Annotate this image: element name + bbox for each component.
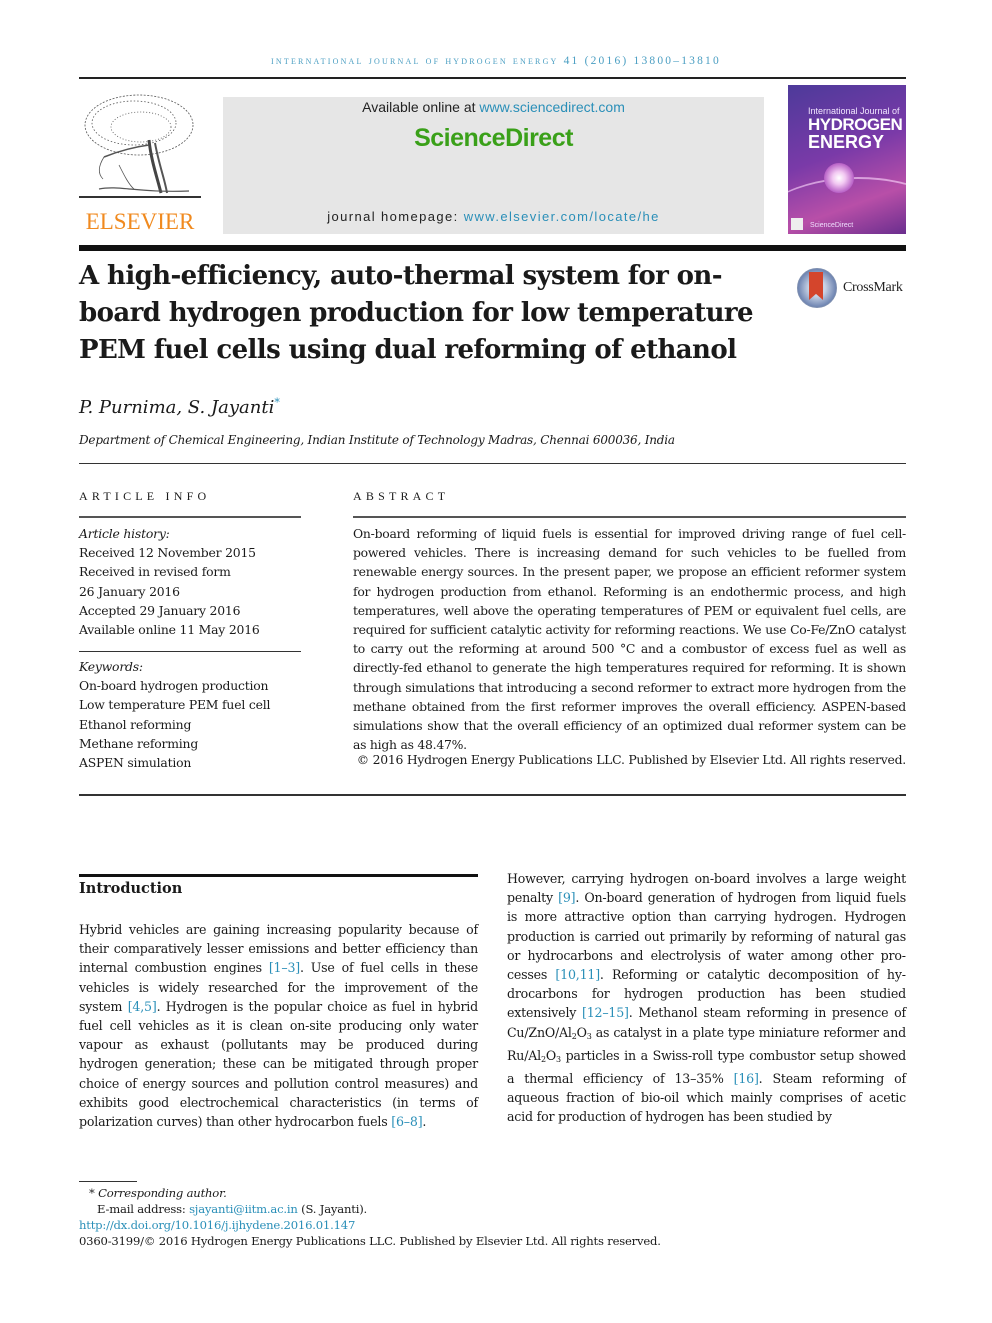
crossmark-label: CrossMark (843, 280, 903, 295)
sciencedirect-banner: Available online at www.sciencedirect.co… (223, 97, 764, 234)
introduction-heading: Introduction (79, 880, 183, 897)
citation-link[interactable]: [12–15] (582, 1005, 629, 1020)
keywords-label: Keywords: (79, 659, 143, 674)
citation-link[interactable]: [4,5] (128, 999, 157, 1014)
issn-copyright: 0360-3199/© 2016 Hydrogen Energy Publica… (79, 1234, 661, 1248)
cover-line-3: ENERGY (808, 132, 885, 152)
history-item: Received 12 November 2015 (79, 545, 256, 561)
journal-homepage-label: journal homepage: (327, 209, 464, 224)
citation-link[interactable]: [1–3] (269, 960, 300, 975)
history-item: Available online 11 May 2016 (79, 622, 260, 638)
cover-footer: ScienceDirect (810, 222, 854, 229)
email-suffix: (S. Jayanti). (297, 1202, 368, 1216)
abstract-text: On-board reforming of liquid fuels is es… (353, 526, 906, 753)
authors-text: P. Purnima, S. Jayanti (79, 397, 275, 418)
abstract-divider (353, 516, 906, 518)
keyword-item: ASPEN simulation (79, 755, 192, 771)
article-title: A high-efficiency, auto-thermal system f… (79, 261, 754, 365)
keywords-list: Keywords: On-board hydrogen production L… (79, 657, 301, 772)
citation-link[interactable]: [9] (558, 890, 575, 905)
citation-link[interactable]: [6–8] (391, 1114, 422, 1129)
abstract-bottom-divider (79, 794, 906, 796)
keyword-item: On-board hydrogen production (79, 678, 269, 694)
available-online-line: Available online at www.sciencedirect.co… (223, 99, 764, 115)
citation-link[interactable]: [10,11] (555, 967, 600, 982)
top-divider (79, 77, 906, 79)
keyword-item: Methane reforming (79, 735, 199, 751)
history-item: Received in revised form (79, 564, 231, 580)
affiliation-divider (79, 463, 906, 464)
cover-publisher-logo (791, 218, 803, 230)
abstract-copyright: © 2016 Hydrogen Energy Publications LLC.… (356, 752, 906, 767)
body-text: O (576, 1024, 587, 1040)
article-history: Article history: Received 12 November 20… (79, 524, 301, 639)
keywords-divider (79, 651, 301, 652)
body-text: O (545, 1047, 556, 1063)
affiliation: Department of Chemical Engineering, Indi… (79, 433, 675, 447)
elsevier-wordmark: ELSEVIER (85, 209, 195, 234)
history-item: Accepted 29 January 2016 (79, 602, 241, 618)
body-text: . Hydrogen is the popular choice as fuel… (79, 998, 478, 1130)
corresponding-author-marker[interactable]: * (274, 396, 280, 409)
email-link[interactable]: sjayanti@iitm.ac.in (189, 1202, 298, 1216)
body-column-right: However, carrying hydrogen on-board invo… (507, 869, 906, 1127)
elsevier-logo[interactable]: ELSEVIER (79, 85, 201, 235)
journal-homepage-link[interactable]: www.elsevier.com/locate/he (464, 209, 660, 224)
sciencedirect-link[interactable]: www.sciencedirect.com (479, 99, 625, 115)
article-info-heading: ARTICLE INFO (79, 489, 211, 503)
available-online-label: Available online at (362, 99, 480, 115)
keyword-item: Low temperature PEM fuel cell (79, 697, 271, 713)
elsevier-tree-icon (79, 94, 201, 198)
journal-homepage-line: journal homepage: www.elsevier.com/locat… (223, 209, 764, 224)
journal-cover-image[interactable]: International Journal of HYDROGEN ENERGY… (788, 85, 906, 234)
crossmark-button[interactable]: CrossMark (797, 268, 907, 310)
title-divider (79, 245, 906, 251)
doi-link[interactable]: http://dx.doi.org/10.1016/j.ijhydene.201… (79, 1217, 779, 1233)
body-text: . (422, 1114, 427, 1130)
abstract-heading: ABSTRACT (353, 489, 450, 503)
author-list: P. Purnima, S. Jayanti* (79, 396, 280, 418)
keyword-item: Ethanol reforming (79, 716, 192, 732)
citation-link[interactable]: [16] (734, 1071, 759, 1086)
cover-orb-decoration (824, 163, 854, 193)
history-item: 26 January 2016 (79, 583, 180, 599)
email-label: E-mail address: (97, 1202, 190, 1216)
article-history-label: Article history: (79, 526, 170, 541)
footnotes: * Corresponding author. E-mail address: … (79, 1185, 779, 1249)
footnote-divider (79, 1181, 137, 1182)
corresponding-author-note: * Corresponding author. (89, 1186, 227, 1200)
introduction-divider (79, 874, 478, 877)
body-column-left: Hybrid vehicles are gaining increasing p… (79, 920, 478, 1131)
journal-running-header: International Journal of Hydrogen Energy… (271, 55, 721, 67)
email-line: E-mail address: sjayanti@iitm.ac.in (S. … (79, 1201, 779, 1217)
article-info-divider (79, 516, 301, 518)
sciencedirect-logo[interactable]: ScienceDirect (223, 124, 764, 153)
